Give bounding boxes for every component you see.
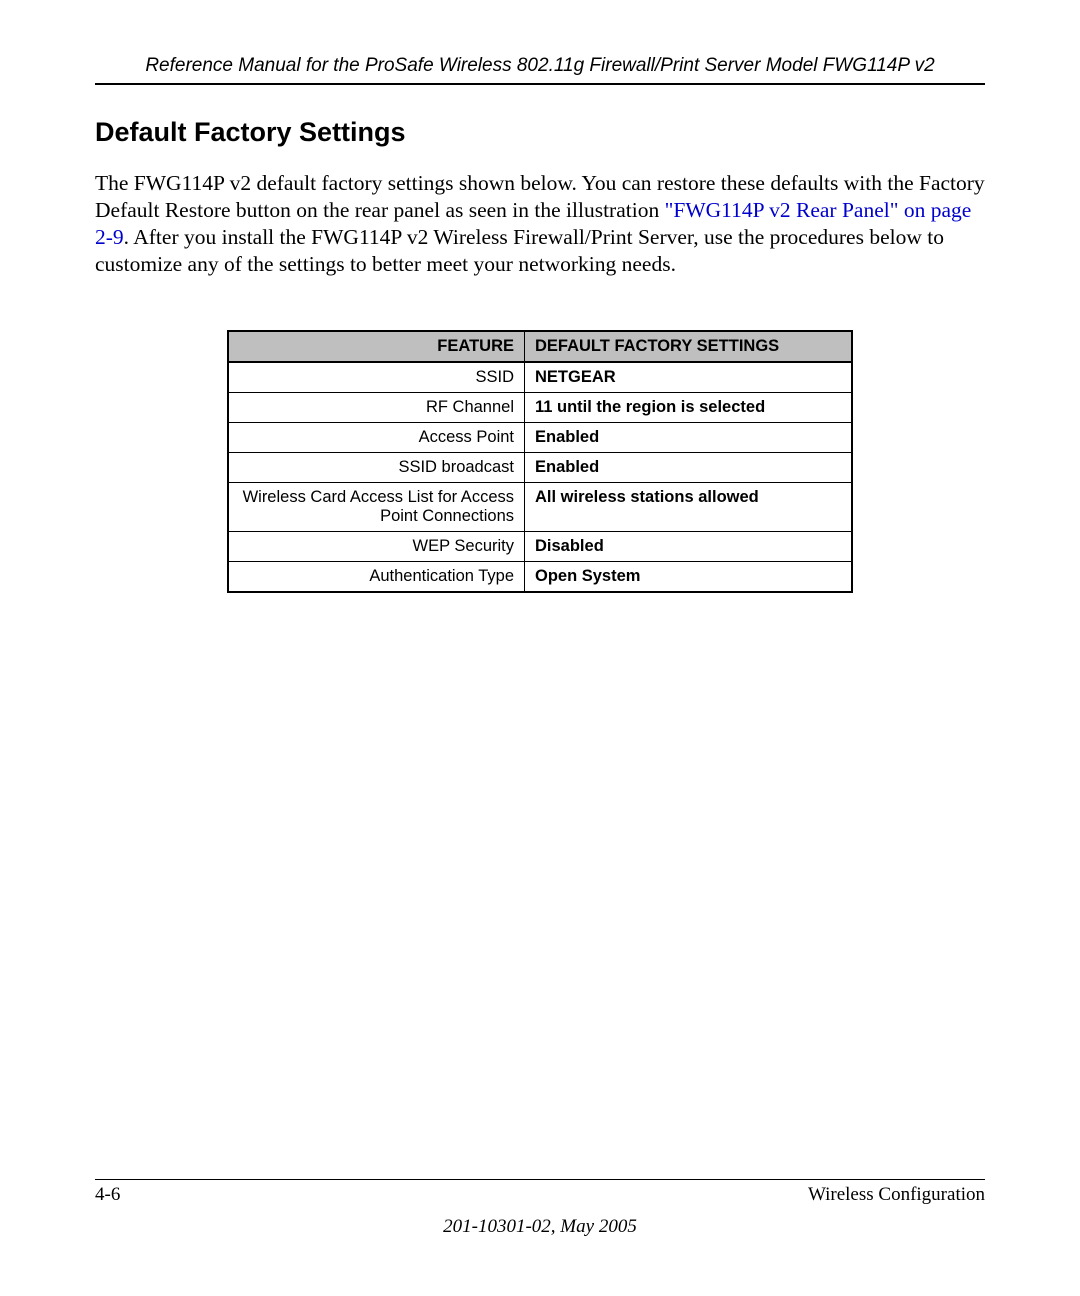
col-header-feature: Feature [228, 331, 525, 362]
intro-paragraph: The FWG114P v2 default factory settings … [95, 170, 985, 278]
header-rule [95, 83, 985, 85]
chapter-name: Wireless Configuration [808, 1184, 985, 1206]
cell-feature: Access Point [228, 422, 525, 452]
table-row: Access Point Enabled [228, 422, 852, 452]
cell-value: Open System [525, 561, 853, 592]
cell-feature: Authentication Type [228, 561, 525, 592]
settings-table: Feature Default Factory Settings SSID NE… [227, 330, 853, 593]
table-row: Authentication Type Open System [228, 561, 852, 592]
document-id: 201-10301-02, May 2005 [0, 1216, 1080, 1238]
table-row: SSID broadcast Enabled [228, 452, 852, 482]
cell-value: Enabled [525, 452, 853, 482]
cell-feature: SSID broadcast [228, 452, 525, 482]
table-row: SSID NETGEAR [228, 362, 852, 393]
table-row: Wireless Card Access List for Access Poi… [228, 482, 852, 531]
section-heading: Default Factory Settings [95, 117, 985, 148]
document-page: Reference Manual for the ProSafe Wireles… [0, 0, 1080, 1296]
page-footer: 4-6 Wireless Configuration [95, 1179, 985, 1206]
cell-value: 11 until the region is selected [525, 392, 853, 422]
col-header-default: Default Factory Settings [525, 331, 853, 362]
cell-feature: Wireless Card Access List for Access Poi… [228, 482, 525, 531]
cell-value: Enabled [525, 422, 853, 452]
cell-value: Disabled [525, 531, 853, 561]
table-row: RF Channel 11 until the region is select… [228, 392, 852, 422]
page-number: 4-6 [95, 1184, 120, 1206]
table-row: WEP Security Disabled [228, 531, 852, 561]
footer-rule [95, 1179, 985, 1180]
cell-feature: WEP Security [228, 531, 525, 561]
cell-feature: RF Channel [228, 392, 525, 422]
running-header: Reference Manual for the ProSafe Wireles… [95, 55, 985, 83]
cell-value: All wireless stations allowed [525, 482, 853, 531]
cell-feature: SSID [228, 362, 525, 393]
para-text-2: . After you install the FWG114P v2 Wirel… [95, 225, 944, 276]
cell-value: NETGEAR [525, 362, 853, 393]
table-header-row: Feature Default Factory Settings [228, 331, 852, 362]
